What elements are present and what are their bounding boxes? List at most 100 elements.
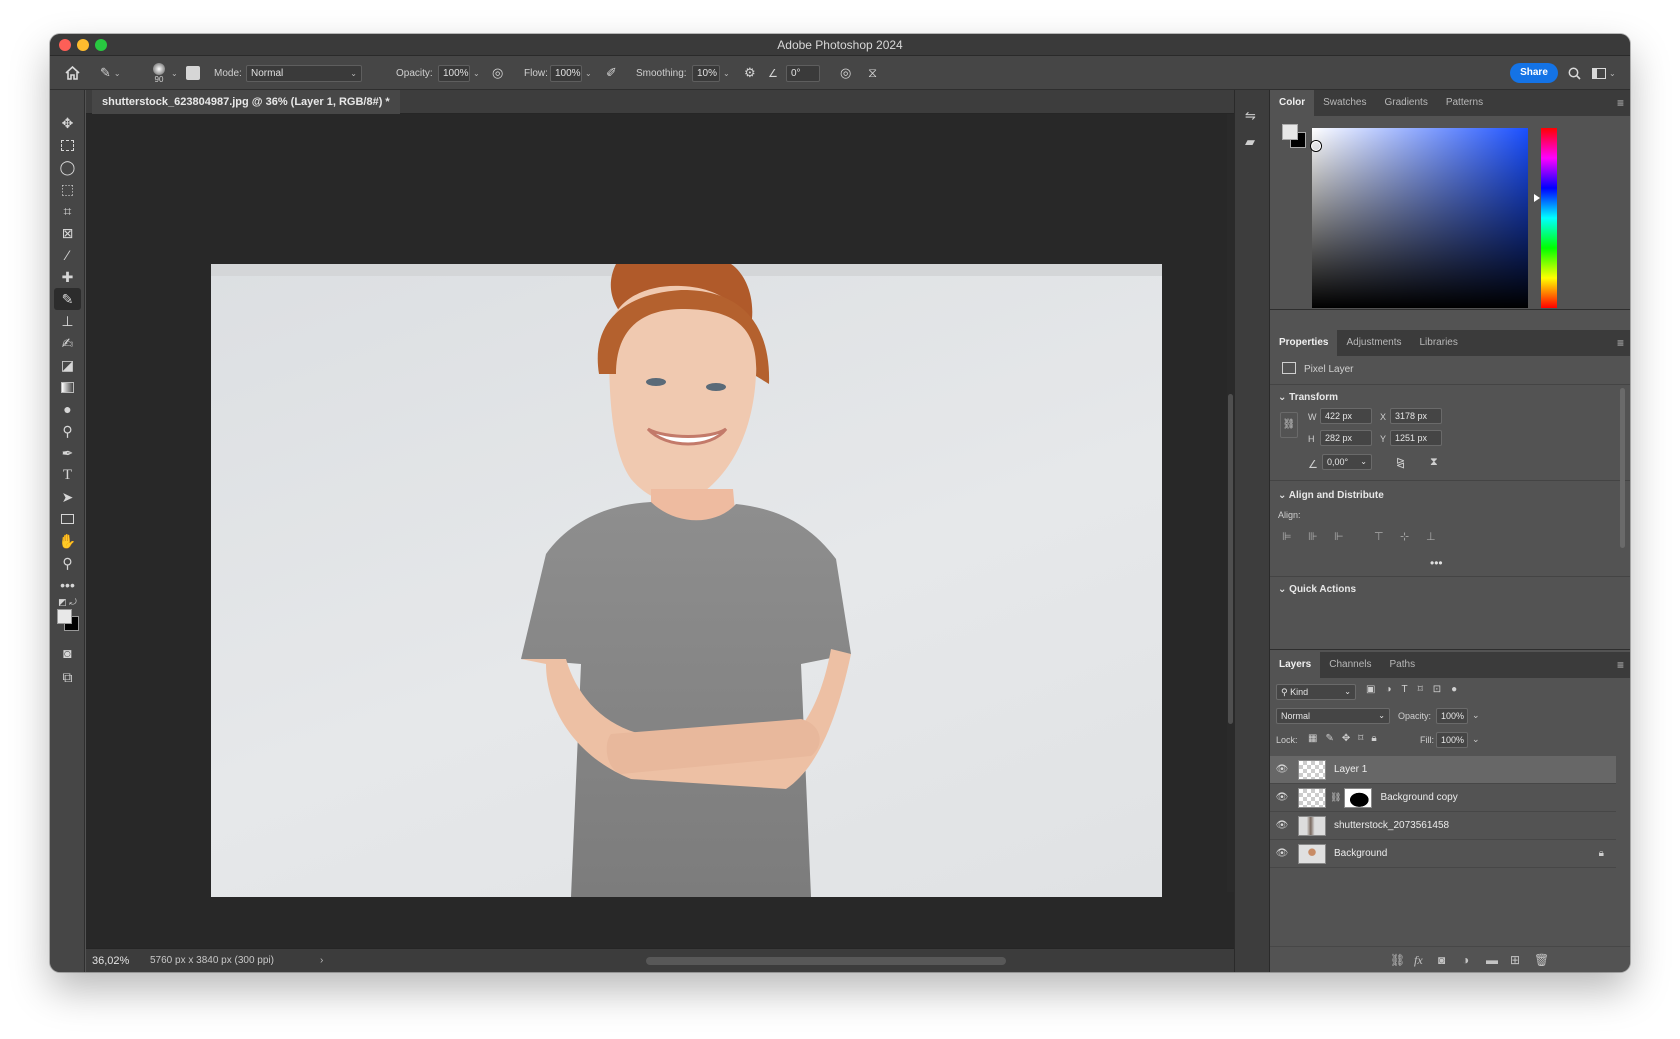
- home-button[interactable]: [62, 56, 82, 90]
- layer-row-background-copy[interactable]: 👁︎ ⛓ Background copy: [1270, 784, 1616, 812]
- adjustment-layer-icon[interactable]: ◑: [1462, 947, 1469, 972]
- chevron-down-icon[interactable]: ⌄: [1472, 710, 1480, 721]
- smoothing-input[interactable]: 10% ⌄: [692, 56, 730, 90]
- tab-gradients[interactable]: Gradients: [1375, 90, 1436, 116]
- panel-menu-icon[interactable]: ≡: [1617, 96, 1624, 110]
- delete-layer-icon[interactable]: 🗑︎: [1534, 947, 1549, 972]
- width-input[interactable]: 422 px: [1320, 408, 1372, 424]
- color-foreground-swatch[interactable]: [1282, 124, 1298, 140]
- lock-artboard-icon[interactable]: ⌑: [1358, 733, 1363, 744]
- blur-tool[interactable]: ●: [54, 398, 81, 420]
- tab-channels[interactable]: Channels: [1320, 652, 1380, 678]
- workspace-switcher[interactable]: ⌄: [1592, 56, 1616, 90]
- eye-icon[interactable]: 👁︎: [1270, 792, 1294, 803]
- lock-position-icon[interactable]: ✥: [1342, 733, 1350, 744]
- clone-stamp-tool[interactable]: ⊥: [54, 310, 81, 332]
- foreground-color-swatch[interactable]: [57, 609, 72, 624]
- link-layers-icon[interactable]: ⛓: [1390, 947, 1405, 972]
- pressure-size-toggle[interactable]: ◎: [840, 56, 851, 90]
- tab-paths[interactable]: Paths: [1381, 652, 1425, 678]
- document-dimensions[interactable]: 5760 px x 3840 px (300 ppi): [150, 949, 274, 972]
- lasso-tool[interactable]: ◯: [54, 156, 81, 178]
- layer-effects-icon[interactable]: fx: [1414, 947, 1423, 972]
- filter-toggle-icon[interactable]: ●: [1451, 684, 1457, 700]
- dodge-tool[interactable]: ⚲: [54, 420, 81, 442]
- default-colors-button[interactable]: ◩ ⤾: [54, 596, 81, 608]
- lock-image-pixels-icon[interactable]: ✎: [1325, 733, 1333, 744]
- vertical-scrollbar[interactable]: [1227, 114, 1234, 892]
- brush-angle-input[interactable]: 0°: [786, 56, 820, 90]
- lock-transparent-pixels-icon[interactable]: ▦: [1308, 733, 1317, 744]
- filter-type-icon[interactable]: T: [1402, 684, 1408, 700]
- tab-swatches[interactable]: Swatches: [1314, 90, 1375, 116]
- zoom-tool[interactable]: ⚲: [54, 552, 81, 574]
- eye-icon[interactable]: 👁︎: [1270, 764, 1294, 775]
- brush-size-chevron[interactable]: ⌄: [168, 56, 178, 90]
- align-right-icon[interactable]: ⊩: [1334, 530, 1344, 543]
- object-selection-tool[interactable]: ⬚: [54, 178, 81, 200]
- quick-actions-section-header[interactable]: ⌄ Quick Actions: [1278, 584, 1356, 595]
- canvas-image[interactable]: [211, 264, 1162, 897]
- type-tool[interactable]: T: [54, 464, 81, 486]
- transform-section-header[interactable]: ⌄ Transform: [1278, 392, 1338, 403]
- horizontal-scrollbar[interactable]: [646, 957, 1006, 965]
- move-tool[interactable]: ✥: [54, 112, 81, 134]
- brush-tool-preset[interactable]: ✎ ⌄: [100, 56, 130, 90]
- healing-brush-tool[interactable]: ✚: [54, 266, 81, 288]
- pressure-opacity-toggle[interactable]: ◎: [492, 56, 503, 90]
- history-brush-tool[interactable]: ✍: [54, 332, 81, 354]
- vertical-scroll-thumb[interactable]: [1228, 394, 1233, 724]
- properties-scrollbar[interactable]: [1620, 388, 1625, 548]
- eyedropper-tool[interactable]: ⁄: [54, 244, 81, 266]
- layer-row-layer-1[interactable]: 👁︎ Layer 1: [1270, 756, 1616, 784]
- color-picker-cursor[interactable]: [1311, 141, 1321, 151]
- screen-mode-button[interactable]: ⧉: [54, 666, 81, 688]
- lock-icon[interactable]: 🔒︎: [1599, 848, 1604, 859]
- flip-horizontal-button[interactable]: ⧎: [1396, 456, 1405, 469]
- path-selection-tool[interactable]: ➤: [54, 486, 81, 508]
- canvas-viewport[interactable]: [86, 114, 1234, 948]
- more-align-options-icon[interactable]: •••: [1430, 556, 1443, 570]
- frame-tool[interactable]: ⊠: [54, 222, 81, 244]
- link-dimensions-button[interactable]: ⛓: [1280, 412, 1298, 438]
- comments-panel-button[interactable]: ▰: [1245, 134, 1255, 150]
- search-button[interactable]: [1568, 56, 1581, 90]
- layer-row-shutterstock[interactable]: 👁︎ shutterstock_2073561458: [1270, 812, 1616, 840]
- mode-select[interactable]: Normal ⌄: [246, 56, 362, 90]
- filter-pixel-icon[interactable]: ▣: [1366, 684, 1375, 700]
- eraser-tool[interactable]: ◪: [54, 354, 81, 376]
- new-group-icon[interactable]: ▬: [1486, 947, 1498, 972]
- gradient-tool[interactable]: [54, 376, 81, 398]
- tab-patterns[interactable]: Patterns: [1437, 90, 1492, 116]
- x-input[interactable]: 3178 px: [1390, 408, 1442, 424]
- tab-adjustments[interactable]: Adjustments: [1337, 330, 1410, 356]
- flow-input[interactable]: 100% ⌄: [550, 56, 592, 90]
- add-mask-icon[interactable]: ◙: [1438, 947, 1445, 972]
- chain-link-icon[interactable]: ⛓: [1330, 792, 1341, 803]
- rectangle-tool[interactable]: [54, 508, 81, 530]
- filter-adjustment-icon[interactable]: ◑: [1385, 684, 1391, 700]
- filter-smart-object-icon[interactable]: ⊡: [1433, 684, 1441, 700]
- align-top-icon[interactable]: ⊤: [1374, 530, 1384, 543]
- marquee-tool[interactable]: [54, 134, 81, 156]
- airbrush-toggle[interactable]: ✐: [606, 56, 617, 90]
- blend-mode-select[interactable]: Normal ⌄: [1276, 708, 1390, 724]
- eye-icon[interactable]: 👁︎: [1270, 848, 1294, 859]
- eye-icon[interactable]: 👁︎: [1270, 820, 1294, 831]
- align-section-header[interactable]: ⌄ Align and Distribute: [1278, 490, 1384, 501]
- tab-libraries[interactable]: Libraries: [1411, 330, 1467, 356]
- share-button[interactable]: Share: [1510, 63, 1558, 83]
- y-input[interactable]: 1251 px: [1390, 430, 1442, 446]
- tab-color[interactable]: Color: [1270, 90, 1315, 116]
- brush-settings-toggle[interactable]: [186, 56, 204, 90]
- align-left-icon[interactable]: ⊫: [1282, 530, 1292, 543]
- align-center-horizontal-icon[interactable]: ⊪: [1308, 530, 1318, 543]
- document-tab[interactable]: shutterstock_623804987.jpg @ 36% (Layer …: [92, 90, 400, 114]
- panel-menu-icon[interactable]: ≡: [1617, 658, 1624, 672]
- align-bottom-icon[interactable]: ⊥: [1426, 530, 1436, 543]
- new-layer-icon[interactable]: ⊞: [1510, 947, 1520, 972]
- history-panel-button[interactable]: ⇋: [1245, 108, 1256, 124]
- filter-shape-icon[interactable]: ⌑: [1418, 684, 1423, 700]
- angle-input[interactable]: 0,00° ⌄: [1322, 454, 1372, 470]
- hue-slider[interactable]: [1534, 128, 1557, 308]
